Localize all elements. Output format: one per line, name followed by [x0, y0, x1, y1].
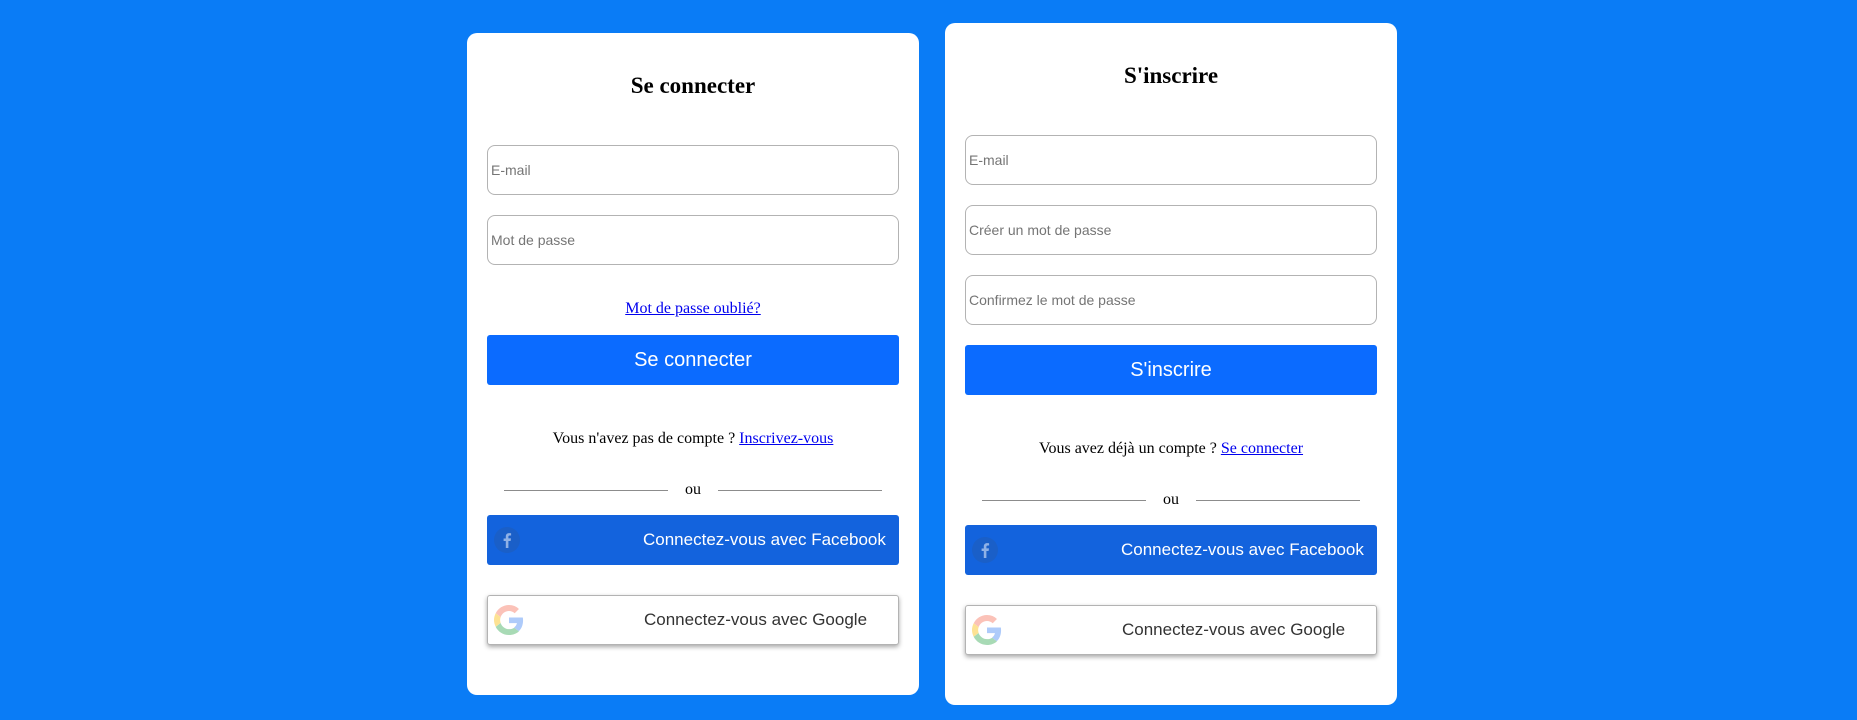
signup-google-button[interactable]: Connectez-vous avec Google — [965, 605, 1377, 655]
login-facebook-button[interactable]: Connectez-vous avec Facebook — [487, 515, 899, 565]
signup-link[interactable]: Inscrivez-vous — [739, 430, 833, 447]
signup-google-label: Connectez-vous avec Google — [1122, 620, 1346, 639]
forgot-password-link[interactable]: Mot de passe oublié? — [625, 300, 761, 317]
signup-switch-line: Vous avez déjà un compte ? Se connecter — [945, 440, 1397, 458]
login-title: Se connecter — [630, 73, 756, 98]
google-icon — [972, 615, 1002, 645]
signup-title: S'inscrire — [1123, 63, 1219, 88]
login-facebook-label: Connectez-vous avec Facebook — [643, 530, 886, 549]
forgot-password-row: Mot de passe oublié? — [467, 300, 919, 318]
login-email-input[interactable] — [487, 145, 899, 195]
login-google-button[interactable]: Connectez-vous avec Google — [487, 595, 899, 645]
signup-submit-button[interactable]: S'inscrire — [965, 345, 1377, 395]
signup-card: S'inscrire S'inscrire Vous avez déjà un … — [945, 23, 1397, 705]
login-switch-prompt: Vous n'avez pas de compte ? — [552, 430, 740, 447]
create-password-input[interactable] — [965, 205, 1377, 255]
facebook-icon — [972, 537, 998, 563]
divider-line-right — [718, 490, 882, 491]
login-password-input[interactable] — [487, 215, 899, 265]
login-google-label: Connectez-vous avec Google — [644, 610, 868, 629]
confirm-password-input[interactable] — [965, 275, 1377, 325]
login-card: Se connecter Mot de passe oublié? Se con… — [467, 33, 919, 695]
login-submit-button[interactable]: Se connecter — [487, 335, 899, 385]
divider-line-right — [1196, 500, 1360, 501]
login-or-divider: ou — [504, 480, 882, 500]
signup-or-divider: ou — [982, 490, 1360, 510]
login-link[interactable]: Se connecter — [1221, 440, 1303, 457]
login-switch-line: Vous n'avez pas de compte ? Inscrivez-vo… — [467, 430, 919, 448]
google-icon — [494, 605, 524, 635]
signup-email-input[interactable] — [965, 135, 1377, 185]
signup-facebook-button[interactable]: Connectez-vous avec Facebook — [965, 525, 1377, 575]
facebook-icon — [494, 527, 520, 553]
signup-switch-prompt: Vous avez déjà un compte ? — [1038, 440, 1221, 457]
signup-facebook-label: Connectez-vous avec Facebook — [1121, 540, 1364, 559]
